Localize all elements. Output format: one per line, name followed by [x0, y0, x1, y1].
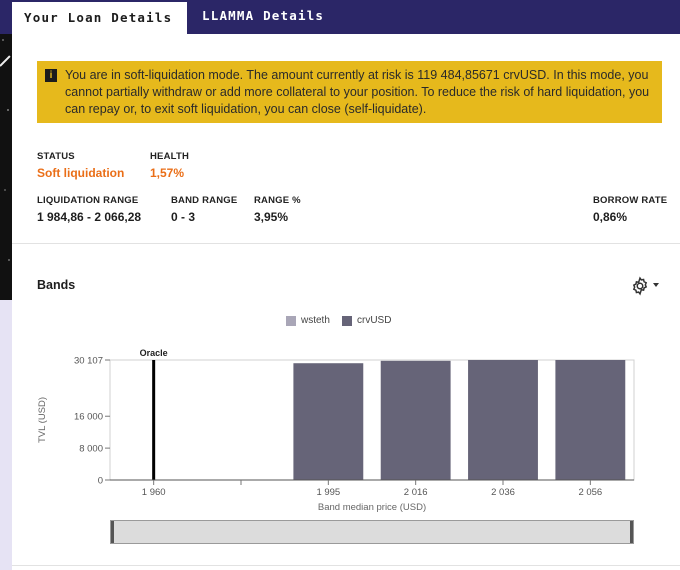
y-tick-label: 0	[98, 476, 103, 487]
info-icon: i	[45, 69, 57, 82]
range-percent-value: 3,95%	[254, 210, 289, 224]
legend-swatch-wsteth	[286, 316, 296, 326]
band-range-value: 0 - 3	[171, 210, 196, 224]
tab-your-loan-details[interactable]: Your Loan Details	[12, 0, 187, 34]
chart-bar	[380, 360, 451, 480]
gear-icon	[632, 276, 648, 296]
y-tick-label: 16 000	[74, 412, 103, 423]
divider	[12, 565, 680, 566]
oracle-label: Oracle	[140, 348, 168, 358]
chevron-down-icon	[653, 283, 659, 287]
chart-zoom-slider[interactable]	[110, 520, 634, 544]
chart-bar	[468, 360, 538, 480]
x-tick-label: 1 995	[316, 487, 340, 498]
bands-chart: 0 8 000 16 000 30 107 Oracle 1 960 1 995 2 016 2…	[37, 348, 635, 513]
x-axis-title: Band median price (USD)	[318, 502, 426, 513]
slider-handle-left[interactable]	[111, 521, 114, 543]
background-sidebar	[0, 300, 12, 570]
borrow-rate-value: 0,86%	[593, 210, 628, 224]
health-value: 1,57%	[150, 166, 185, 180]
liquidation-range-label: LIQUIDATION RANGE	[37, 195, 139, 206]
background-decoration	[0, 0, 12, 300]
y-tick-label: 30 107	[74, 356, 103, 367]
borrow-rate-label: BORROW RATE	[593, 195, 668, 206]
x-tick-label: 1 960	[142, 487, 166, 498]
health-label: HEALTH	[150, 151, 190, 162]
tab-bar: Your Loan Details LLAMMA Details	[0, 0, 680, 34]
chart-settings-button[interactable]	[630, 276, 662, 296]
x-tick-label: 2 016	[404, 487, 428, 498]
tab-llamma-details[interactable]: LLAMMA Details	[190, 0, 390, 34]
status-value: Soft liquidation	[37, 166, 125, 180]
range-percent-label: RANGE %	[254, 195, 301, 206]
chart-bar	[293, 363, 364, 480]
loan-details-panel: i You are in soft-liquidation mode. The …	[12, 34, 680, 570]
status-label: STATUS	[37, 151, 75, 162]
bands-title: Bands	[37, 278, 76, 292]
x-tick-label: 2 036	[491, 487, 515, 498]
band-range-label: BAND RANGE	[171, 195, 238, 206]
legend-swatch-crvusd	[342, 316, 352, 326]
y-axis-title: TVL (USD)	[37, 397, 48, 443]
soft-liquidation-alert: i You are in soft-liquidation mode. The …	[37, 61, 662, 123]
slider-handle-right[interactable]	[630, 521, 633, 543]
divider	[12, 243, 680, 244]
legend-label-wsteth: wsteth	[301, 315, 330, 326]
legend-label-crvusd: crvUSD	[357, 315, 392, 326]
liquidation-range-value: 1 984,86 - 2 066,28	[37, 210, 142, 224]
chart-bar	[555, 360, 626, 480]
x-tick-label: 2 056	[578, 487, 602, 498]
alert-text: You are in soft-liquidation mode. The am…	[65, 68, 650, 116]
y-tick-label: 8 000	[79, 444, 103, 455]
